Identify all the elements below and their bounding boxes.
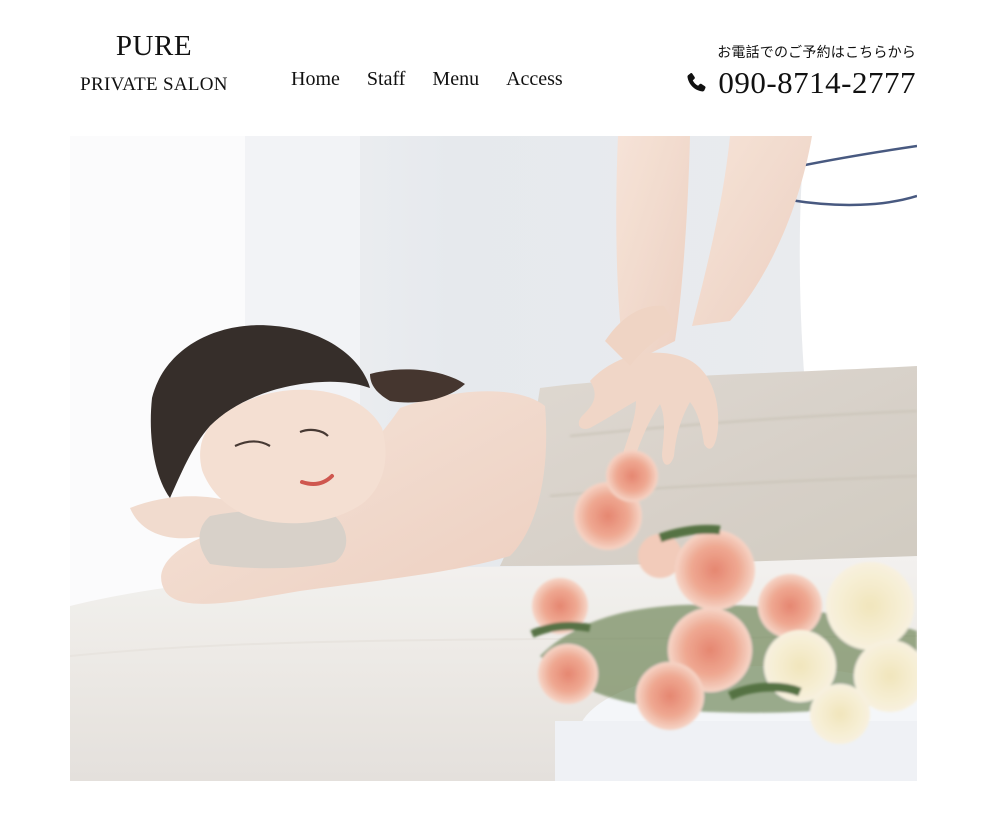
reservation-note: お電話でのご予約はこちらから (717, 45, 916, 61)
nav-item-home[interactable]: Home (291, 66, 340, 92)
site-logo[interactable]: PURE PRIVATE SALON (70, 30, 238, 97)
hero-image (70, 136, 917, 781)
nav-item-staff[interactable]: Staff (367, 66, 406, 92)
site-header: PURE PRIVATE SALON Home Staff Menu Acces… (0, 0, 987, 136)
phone-row[interactable]: 090-8714-2777 (684, 66, 916, 100)
logo-subtitle: PRIVATE SALON (80, 74, 228, 95)
phone-icon (684, 71, 708, 95)
nav-item-menu[interactable]: Menu (432, 66, 479, 92)
nav-item-access[interactable]: Access (506, 66, 563, 92)
logo-title: PURE (115, 30, 193, 62)
main-nav: Home Staff Menu Access (291, 66, 563, 92)
phone-number-link[interactable]: 090-8714-2777 (718, 66, 916, 100)
contact-block: お電話でのご予約はこちらから 090-8714-2777 (684, 44, 916, 100)
hero-photo (70, 136, 917, 781)
